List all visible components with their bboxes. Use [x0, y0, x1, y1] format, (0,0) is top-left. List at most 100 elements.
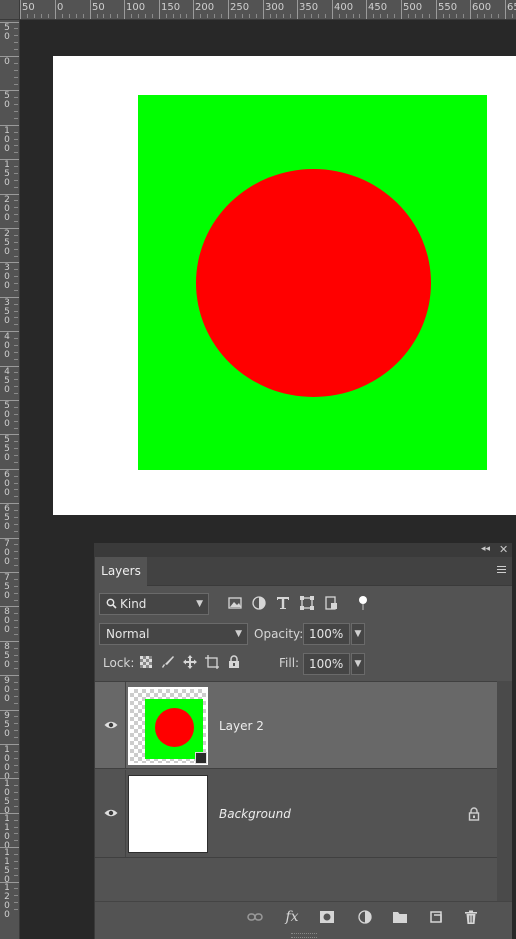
new-group-icon[interactable] [392, 909, 408, 925]
ruler-minor-tick [14, 723, 18, 724]
ruler-label: 200 [195, 2, 215, 13]
ruler-tick [20, 0, 21, 19]
ruler-minor-tick [443, 14, 444, 18]
lock-all-icon[interactable] [226, 654, 242, 670]
lock-image-pixels-icon[interactable] [160, 654, 176, 670]
smart-object-filter-icon[interactable] [323, 595, 339, 611]
layer-row-layer-2[interactable]: Layer 2 [95, 681, 497, 769]
ruler-minor-tick [14, 132, 18, 133]
ruler-minor-tick [14, 145, 18, 146]
visibility-eye-icon[interactable] [104, 720, 118, 730]
ruler-minor-tick [97, 14, 98, 18]
lock-position-icon[interactable] [182, 654, 198, 670]
add-mask-icon[interactable] [319, 909, 335, 925]
ruler-minor-tick [69, 14, 70, 18]
ruler-minor-tick [14, 139, 18, 140]
ruler-minor-tick [14, 462, 18, 463]
layer-thumbnail[interactable] [128, 775, 208, 853]
blend-mode-dropdown[interactable]: Normal ▼ [99, 623, 248, 645]
type-filter-icon[interactable] [275, 595, 291, 611]
fx-icon[interactable]: fx [284, 909, 300, 925]
ruler-minor-tick [14, 579, 18, 580]
adjustment-layer-icon[interactable] [357, 909, 373, 925]
opacity-dropdown-icon[interactable]: ▼ [351, 623, 365, 645]
lock-transparent-pixels-icon[interactable] [138, 654, 154, 670]
ruler-minor-tick [14, 345, 18, 346]
ruler-minor-tick [173, 14, 174, 18]
panel-menu-icon[interactable] [497, 566, 506, 574]
tab-layers[interactable]: Layers [95, 557, 147, 586]
shape-filter-icon[interactable] [299, 595, 315, 611]
layer-name[interactable]: Layer 2 [219, 719, 264, 733]
ruler-label: 900 [4, 676, 10, 704]
ruler-minor-tick [14, 200, 18, 201]
ruler-minor-tick [14, 317, 18, 318]
ruler-label: 1100 [4, 814, 10, 851]
ruler-minor-tick [14, 902, 18, 903]
panel-resize-grip[interactable] [291, 933, 317, 938]
layer-lock-icon[interactable] [468, 807, 480, 821]
kind-filter-dropdown[interactable]: Kind ▼ [99, 593, 209, 615]
new-layer-icon[interactable] [428, 909, 444, 925]
panel-tab-bar: Layers [95, 557, 512, 586]
ruler-minor-tick [456, 14, 457, 18]
horizontal-ruler[interactable]: 5005010015020025030035040045050055060065… [0, 0, 516, 20]
ruler-minor-tick [14, 661, 18, 662]
ruler-label: 50 [4, 23, 10, 42]
chevron-down-icon: ▼ [235, 629, 242, 639]
ruler-minor-tick [14, 737, 18, 738]
layer-name[interactable]: Background [219, 807, 291, 821]
ruler-minor-tick [449, 14, 450, 18]
ruler-minor-tick [14, 28, 18, 29]
layers-scrollbar[interactable] [497, 681, 512, 901]
ruler-label: 50 [22, 2, 35, 13]
lock-artboard-icon[interactable] [204, 654, 220, 670]
layer-row-background[interactable]: Background [95, 770, 497, 858]
ruler-label: 50 [4, 91, 10, 110]
ruler-minor-tick [14, 655, 18, 656]
ruler-minor-tick [14, 221, 18, 222]
layer-thumbnail[interactable] [128, 687, 208, 765]
ruler-minor-tick [83, 14, 84, 18]
ruler-minor-tick [103, 14, 104, 18]
ruler-minor-tick [76, 14, 77, 18]
opacity-field[interactable]: 100% [303, 623, 350, 645]
ruler-minor-tick [14, 600, 18, 601]
ruler-label: 450 [368, 2, 388, 13]
ruler-minor-tick [166, 14, 167, 18]
ruler-minor-tick [318, 14, 319, 18]
ruler-minor-tick [180, 14, 181, 18]
ruler-minor-tick [14, 627, 18, 628]
ruler-minor-tick [14, 283, 18, 284]
fill-field[interactable]: 100% [303, 653, 350, 675]
ruler-minor-tick [14, 517, 18, 518]
ruler-label: 100 [4, 126, 10, 154]
delete-layer-icon[interactable] [463, 909, 479, 925]
filter-toggle-icon[interactable] [355, 595, 371, 611]
ruler-label: 0 [57, 2, 64, 13]
visibility-eye-icon[interactable] [104, 808, 118, 818]
ruler-minor-tick [14, 407, 18, 408]
vertical-ruler[interactable]: 5005010015020025030035040045050055060065… [0, 20, 20, 939]
ruler-minor-tick [304, 14, 305, 18]
ruler-minor-tick [14, 290, 18, 291]
ruler-minor-tick [14, 489, 18, 490]
ruler-label: 300 [265, 2, 285, 13]
adjustment-filter-icon[interactable] [251, 595, 267, 611]
ruler-minor-tick [484, 14, 485, 18]
ruler-label: 650 [507, 2, 516, 13]
ruler-minor-tick [14, 428, 18, 429]
ruler-origin[interactable] [0, 0, 20, 20]
ruler-minor-tick [14, 104, 18, 105]
ruler-minor-tick [14, 620, 18, 621]
link-layers-icon[interactable] [247, 909, 263, 925]
ruler-minor-tick [14, 476, 18, 477]
ruler-minor-tick [235, 14, 236, 18]
image-filter-icon[interactable] [227, 595, 243, 611]
collapse-panel-icon[interactable]: ◂◂ [481, 544, 490, 554]
fill-dropdown-icon[interactable]: ▼ [351, 653, 365, 675]
close-panel-icon[interactable]: ✕ [499, 543, 508, 556]
ruler-tick [159, 0, 160, 19]
ruler-minor-tick [14, 785, 18, 786]
ruler-label: 750 [4, 573, 10, 601]
